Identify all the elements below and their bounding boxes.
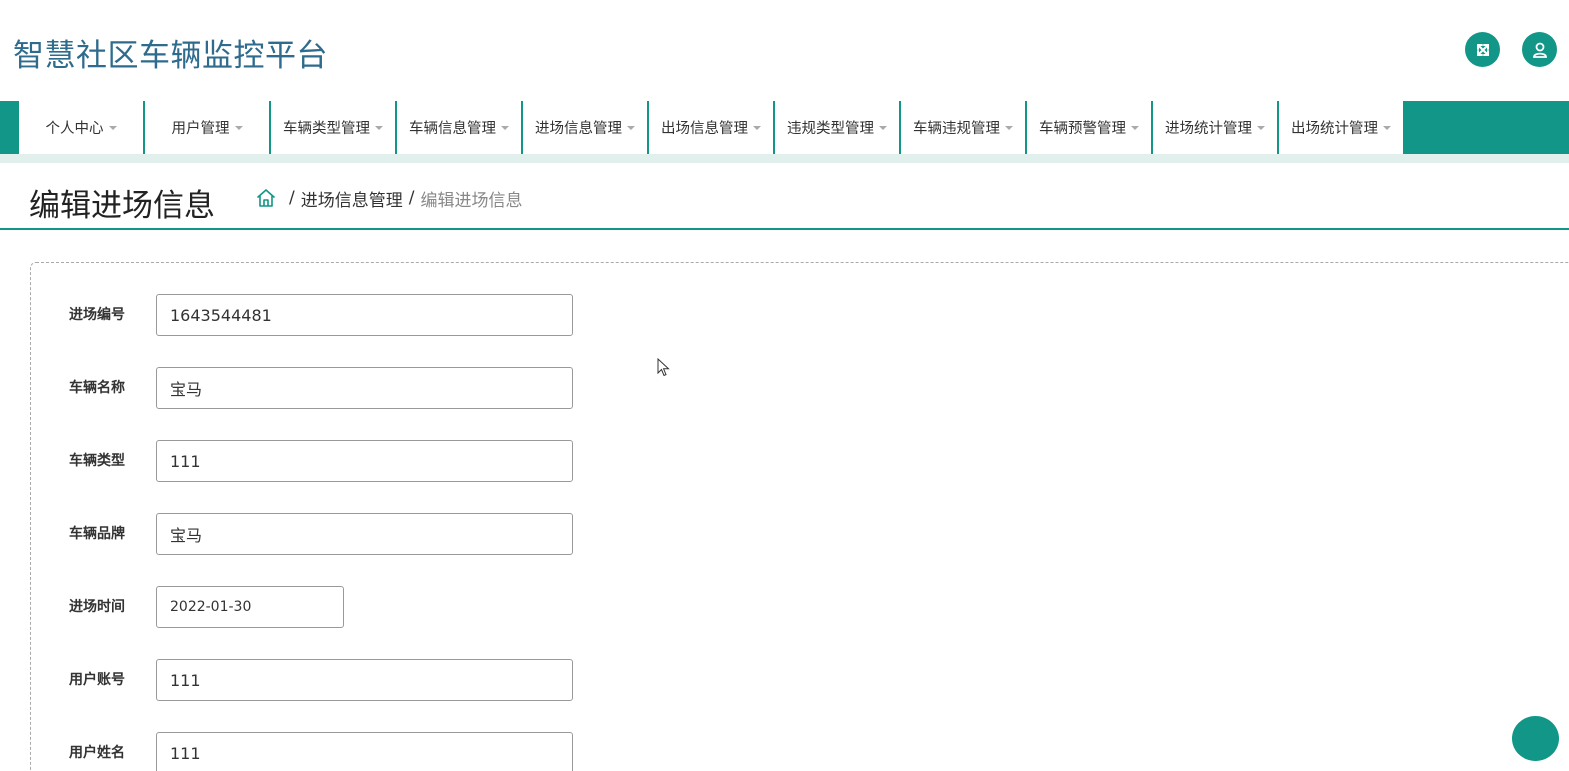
page-header: 编辑进场信息 / 进场信息管理 / 编辑进场信息 — [0, 163, 1569, 230]
nav-item-vehicle-alerts[interactable]: 车辆预警管理 — [1027, 101, 1152, 154]
nav-divider-strip — [0, 154, 1569, 163]
caret-down-icon — [108, 125, 117, 130]
field-label: 车辆类型 — [69, 453, 125, 469]
field-label: 车辆品牌 — [69, 526, 125, 542]
home-icon[interactable] — [255, 187, 277, 209]
caret-down-icon — [1383, 125, 1391, 130]
app-header: 智慧社区车辆监控平台 — [0, 0, 1569, 101]
breadcrumb-current: 编辑进场信息 — [420, 190, 523, 211]
nav-item-label: 车辆类型管理 — [283, 121, 370, 137]
breadcrumb-separator: / — [289, 188, 295, 208]
field-label: 进场编号 — [69, 307, 125, 323]
nav-item-label: 车辆信息管理 — [409, 121, 496, 137]
form-row-user-name: 用户姓名 — [31, 732, 731, 771]
nav-item-users[interactable]: 用户管理 — [145, 101, 270, 154]
form-row-entry-number: 进场编号 — [31, 294, 731, 336]
caret-down-icon — [234, 125, 243, 130]
nav-item-violation-types[interactable]: 违规类型管理 — [775, 101, 900, 154]
breadcrumb: / 进场信息管理 / 编辑进场信息 — [255, 185, 522, 211]
fullscreen-button[interactable] — [1465, 32, 1500, 67]
caret-down-icon — [879, 125, 887, 130]
nav-item-vehicle-violations[interactable]: 车辆违规管理 — [901, 101, 1026, 154]
vehicle-type-input[interactable] — [156, 440, 573, 482]
nav-item-exit-info[interactable]: 出场信息管理 — [649, 101, 774, 154]
nav-item-vehicle-info[interactable]: 车辆信息管理 — [397, 101, 522, 154]
field-label: 进场时间 — [69, 599, 125, 615]
floating-action-button[interactable] — [1512, 716, 1559, 761]
mouse-cursor-icon — [657, 358, 670, 377]
breadcrumb-separator: / — [408, 188, 415, 208]
entry-number-input[interactable] — [156, 294, 573, 336]
expand-arrows-icon — [1476, 43, 1489, 56]
caret-down-icon — [753, 125, 761, 130]
nav-item-label: 出场信息管理 — [661, 121, 748, 137]
caret-down-icon — [501, 125, 509, 130]
caret-down-icon — [1257, 125, 1265, 130]
vehicle-name-input[interactable] — [156, 367, 573, 409]
nav-item-entry-stats[interactable]: 进场统计管理 — [1153, 101, 1278, 154]
form-row-vehicle-type: 车辆类型 — [31, 440, 731, 482]
caret-down-icon — [375, 125, 383, 130]
form-row-vehicle-name: 车辆名称 — [31, 367, 731, 409]
entry-time-date-picker[interactable] — [156, 586, 344, 628]
nav-item-label: 车辆违规管理 — [913, 121, 1000, 137]
form-row-user-account: 用户账号 — [31, 659, 731, 701]
breadcrumb-parent-link[interactable]: 进场信息管理 — [301, 186, 403, 211]
nav-item-label: 个人中心 — [45, 121, 104, 137]
nav-item-entry-info[interactable]: 进场信息管理 — [523, 101, 648, 154]
nav-item-label: 进场统计管理 — [1165, 121, 1252, 137]
nav-item-vehicle-types[interactable]: 车辆类型管理 — [271, 101, 396, 154]
caret-down-icon — [627, 125, 635, 130]
nav-item-label: 违规类型管理 — [787, 121, 874, 137]
nav-item-exit-stats[interactable]: 出场统计管理 — [1279, 101, 1404, 154]
caret-down-icon — [1005, 125, 1013, 130]
nav-item-profile[interactable]: 个人中心 — [19, 101, 144, 154]
nav-item-label: 出场统计管理 — [1291, 121, 1378, 137]
vehicle-brand-input[interactable] — [156, 513, 573, 555]
nav-item-label: 用户管理 — [171, 121, 230, 137]
user-name-input[interactable] — [156, 732, 573, 771]
edit-entry-form: 进场编号 车辆名称 车辆类型 车辆品牌 进场时间 用户账号 用户姓名 — [30, 262, 1569, 771]
caret-down-icon — [1131, 125, 1139, 130]
site-title: 智慧社区车辆监控平台 — [13, 38, 328, 74]
nav-item-label: 车辆预警管理 — [1039, 121, 1126, 137]
main-nav: 个人中心 用户管理 车辆类型管理 车辆信息管理 进场信息管理 出场信息管理 违规… — [0, 101, 1569, 154]
user-account-input[interactable] — [156, 659, 573, 701]
field-label: 用户账号 — [69, 672, 125, 688]
field-label: 车辆名称 — [69, 380, 125, 396]
user-menu-button[interactable] — [1522, 32, 1557, 67]
field-label: 用户姓名 — [69, 745, 125, 761]
nav-item-label: 进场信息管理 — [535, 121, 622, 137]
form-row-vehicle-brand: 车辆品牌 — [31, 513, 731, 555]
form-row-entry-time: 进场时间 — [31, 586, 731, 628]
user-icon — [1532, 42, 1547, 58]
page-title: 编辑进场信息 — [29, 188, 215, 224]
